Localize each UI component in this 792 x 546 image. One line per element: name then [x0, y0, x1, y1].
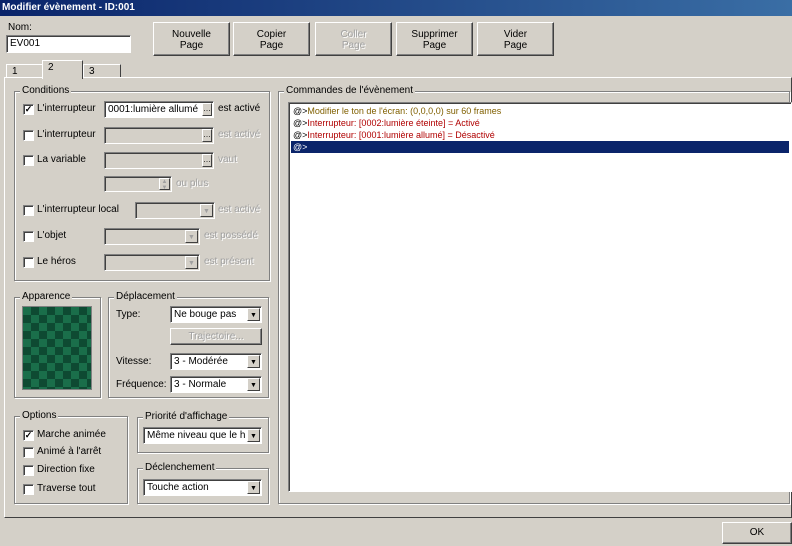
local-switch-checkbox[interactable] — [23, 205, 34, 216]
walk-anim-checkbox[interactable]: ✓ — [23, 430, 34, 441]
switch2-checkbox[interactable] — [23, 130, 34, 141]
chevron-down-icon[interactable]: ▼ — [247, 355, 260, 368]
paste-page-button[interactable]: Coller Page — [315, 22, 392, 56]
ellipsis-icon: … — [202, 129, 212, 142]
switch1-checkbox[interactable]: ✓ — [23, 104, 34, 115]
chevron-down-icon[interactable]: ▼ — [247, 378, 260, 391]
local-switch-suffix: est activé — [218, 204, 261, 215]
window-title: Modifier évènement - ID:001 — [0, 0, 792, 16]
new-page-button[interactable]: Nouvelle Page — [153, 22, 230, 56]
chevron-down-icon[interactable]: ▼ — [247, 308, 260, 321]
chevron-down-icon: ▼ — [185, 256, 198, 269]
chevron-down-icon: ▼ — [185, 230, 198, 243]
movement-speed-label: Vitesse: — [116, 356, 152, 367]
command-line[interactable]: @>Interrupteur: [0002:lumière éteinte] =… — [291, 117, 789, 129]
local-switch-select: ▼ — [135, 202, 215, 219]
options-title: Options — [20, 410, 59, 422]
switch2-field: … — [104, 127, 214, 144]
command-line[interactable]: @>Interrupteur: [0001:lumière allumé] = … — [291, 129, 789, 141]
hero-select: ▼ — [104, 254, 200, 271]
name-input[interactable]: EV001 — [6, 35, 131, 53]
item-select: ▼ — [104, 228, 200, 245]
appearance-title: Apparence — [20, 291, 73, 303]
through-label: Traverse tout — [37, 483, 96, 494]
tab-1[interactable]: 1 — [6, 64, 44, 78]
hero-label: Le héros — [37, 256, 76, 267]
clear-page-button[interactable]: Vider Page — [477, 22, 554, 56]
character-sprite[interactable] — [22, 306, 92, 390]
variable-more-suffix: ou plus — [176, 178, 209, 189]
hero-checkbox[interactable] — [23, 257, 34, 268]
variable-field: … — [104, 152, 214, 169]
item-checkbox[interactable] — [23, 231, 34, 242]
movement-frequency-select[interactable]: 3 - Normale ▼ — [170, 376, 262, 393]
conditions-title: Conditions — [20, 85, 72, 97]
switch2-label: L'interrupteur — [37, 129, 96, 140]
name-label: Nom: — [8, 22, 32, 33]
priority-select[interactable]: Même niveau que le h ▼ — [143, 427, 262, 444]
spinner-arrows-icon: ▲ ▼ — [159, 178, 170, 191]
step-anim-label: Animé à l'arrêt — [37, 446, 102, 457]
variable-checkbox[interactable] — [23, 155, 34, 166]
commands-title: Commandes de l'évènement — [284, 85, 415, 97]
variable-label: La variable — [37, 154, 86, 165]
tab-2[interactable]: 2 — [42, 60, 83, 79]
switch2-suffix: est activé — [218, 129, 261, 140]
tab-3[interactable]: 3 — [83, 64, 121, 78]
hero-suffix: est présent — [204, 256, 254, 267]
command-line[interactable]: @>Modifier le ton de l'écran: (0,0,0,0) … — [291, 105, 789, 117]
direction-fix-checkbox[interactable] — [23, 465, 34, 476]
command-line-selected[interactable]: @> — [291, 141, 789, 153]
commands-list[interactable]: @>Modifier le ton de l'écran: (0,0,0,0) … — [288, 102, 792, 492]
switch1-label: L'interrupteur — [37, 103, 96, 114]
movement-type-label: Type: — [116, 309, 141, 320]
through-checkbox[interactable] — [23, 484, 34, 495]
chevron-down-icon: ▼ — [200, 204, 213, 217]
ellipsis-icon: … — [202, 154, 212, 167]
switch1-suffix: est activé — [218, 103, 261, 114]
delete-page-button[interactable]: Supprimer Page — [396, 22, 473, 56]
chevron-down-icon[interactable]: ▼ — [247, 481, 260, 494]
priority-title: Priorité d'affichage — [143, 411, 230, 423]
variable-value-spinner: ▲ ▼ — [104, 176, 172, 192]
item-suffix: est possédé — [204, 230, 258, 241]
local-switch-label: L'interrupteur local — [37, 204, 119, 215]
walk-anim-label: Marche animée — [37, 429, 106, 440]
chevron-down-icon[interactable]: ▼ — [247, 429, 260, 442]
movement-type-select[interactable]: Ne bouge pas ▼ — [170, 306, 262, 323]
variable-suffix: vaut — [218, 154, 237, 165]
movement-speed-select[interactable]: 3 - Modérée ▼ — [170, 353, 262, 370]
step-anim-checkbox[interactable] — [23, 447, 34, 458]
direction-fix-label: Direction fixe — [37, 464, 95, 475]
trigger-title: Déclenchement — [143, 462, 217, 474]
item-label: L'objet — [37, 230, 67, 241]
switch1-field[interactable]: 0001:lumière allumé… — [104, 101, 214, 118]
copy-page-button[interactable]: Copier Page — [233, 22, 310, 56]
ellipsis-icon[interactable]: … — [202, 103, 212, 116]
trigger-select[interactable]: Touche action ▼ — [143, 479, 262, 496]
route-button[interactable]: Trajectoire... — [170, 328, 262, 345]
movement-title: Déplacement — [114, 291, 177, 303]
movement-frequency-label: Fréquence: — [116, 379, 167, 390]
ok-button[interactable]: OK — [722, 522, 792, 544]
